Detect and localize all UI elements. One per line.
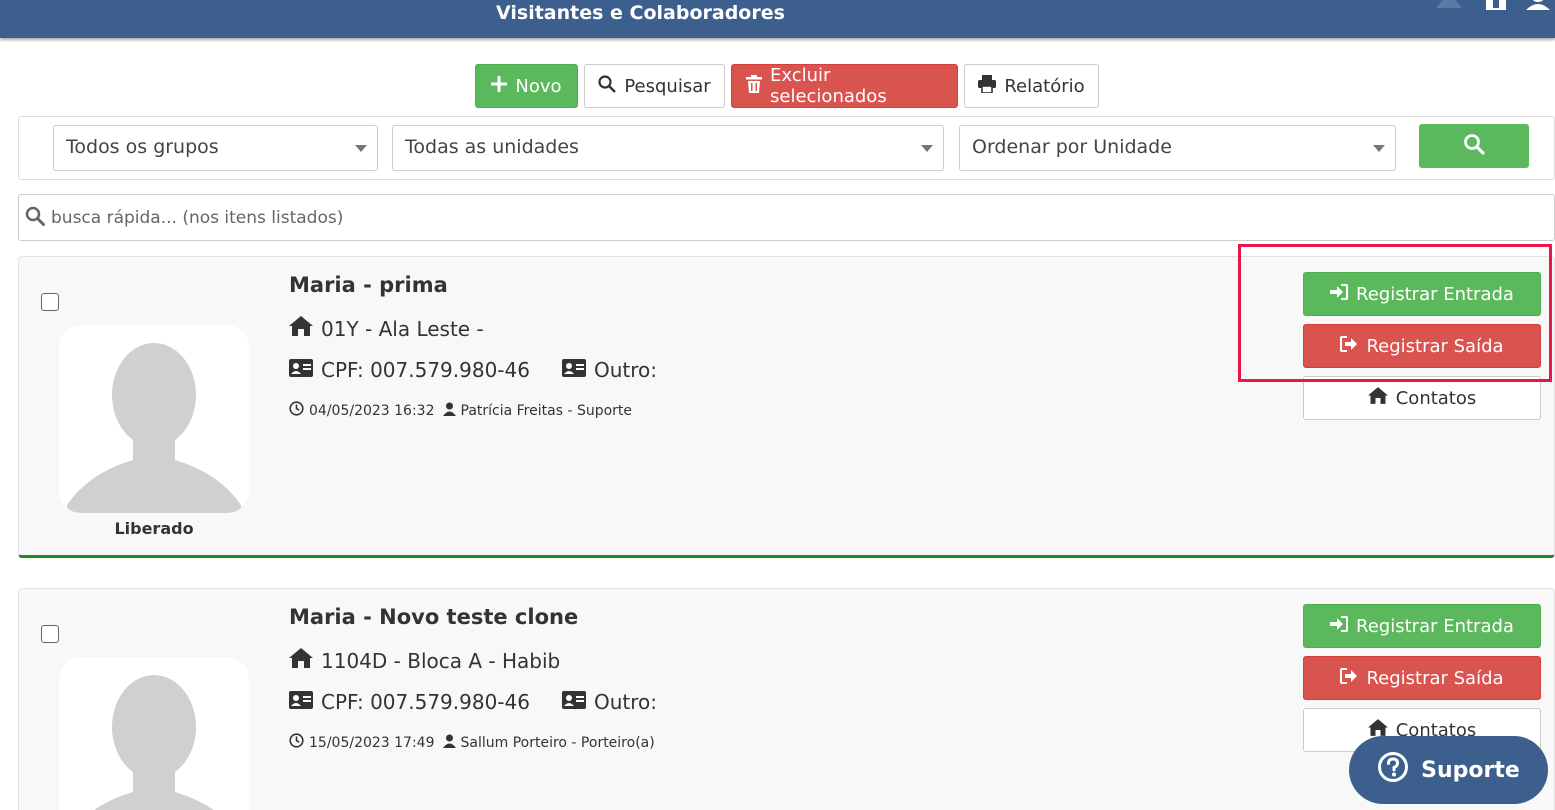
sign-in-icon (1330, 615, 1349, 637)
avatar (59, 325, 249, 513)
record-user: Patrícia Freitas - Suporte (460, 402, 633, 419)
top-bar: Visitantes e Colaboradores (0, 0, 1555, 38)
record-meta: 04/05/2023 16:32 Patrícia Freitas - Supo… (289, 401, 632, 420)
question-circle-icon (1377, 751, 1409, 789)
search-icon (25, 206, 45, 230)
visitor-name: Maria - Novo teste clone (289, 605, 579, 629)
status-label: Liberado (114, 519, 194, 538)
house-icon (289, 648, 313, 673)
filter-bar: Todos os grupos Todas as unidades Ordena… (18, 116, 1555, 180)
groups-select-value: Todos os grupos (66, 136, 219, 158)
id-card-icon (561, 358, 586, 382)
user-icon (442, 734, 456, 752)
units-select-value: Todas as unidades (405, 136, 579, 158)
quick-search (18, 194, 1555, 241)
other-doc-text: Outro: (593, 690, 658, 714)
unit-text: 01Y - Ala Leste - (321, 316, 484, 341)
select-checkbox[interactable] (41, 293, 59, 311)
report-button[interactable]: Relatório (964, 64, 1099, 108)
support-label: Suporte (1421, 757, 1520, 783)
record-date: 15/05/2023 17:49 (309, 734, 435, 751)
plus-icon (491, 75, 508, 97)
id-card-icon (289, 690, 313, 714)
chevron-down-icon (355, 145, 367, 152)
other-doc-text: Outro: (593, 358, 658, 382)
new-button[interactable]: Novo (475, 64, 578, 108)
avatar (59, 657, 249, 810)
page-title: Visitantes e Colaboradores (496, 2, 785, 24)
filter-search-button[interactable] (1419, 124, 1529, 168)
trash-icon (746, 74, 762, 98)
id-card-icon (561, 690, 586, 714)
chevron-down-icon (1373, 145, 1385, 152)
unit-row: 01Y - Ala Leste - (289, 316, 484, 341)
order-select[interactable]: Ordenar por Unidade (959, 125, 1396, 171)
document-row: CPF: 007.579.980-46 Outro: (289, 690, 657, 714)
clock-icon (289, 733, 304, 752)
alert-icon[interactable] (1436, 0, 1462, 12)
record-date: 04/05/2023 16:32 (309, 402, 435, 419)
select-checkbox[interactable] (41, 625, 59, 643)
register-entry-button[interactable]: Registrar Entrada (1303, 604, 1541, 648)
search-icon (598, 74, 617, 98)
new-button-label: Novo (515, 75, 562, 97)
unit-text: 1104D - Bloca A - Habib (321, 648, 561, 673)
print-icon (978, 74, 997, 98)
unit-row: 1104D - Bloca A - Habib (289, 648, 560, 673)
register-entry-label: Registrar Entrada (1356, 615, 1514, 637)
toolbar: Novo Pesquisar Excluir selecionados Rela… (475, 64, 1099, 108)
units-select[interactable]: Todas as unidades (392, 125, 944, 171)
id-card-icon (289, 358, 313, 382)
contacts-button[interactable]: Contatos (1303, 376, 1541, 420)
cpf-text: CPF: 007.579.980-46 (321, 690, 530, 714)
order-select-value: Ordenar por Unidade (972, 136, 1172, 158)
user-icon[interactable] (1526, 0, 1550, 14)
delete-selected-button[interactable]: Excluir selecionados (731, 64, 958, 108)
register-exit-label: Registrar Saída (1366, 667, 1504, 689)
contacts-label: Contatos (1395, 387, 1477, 409)
document-row: CPF: 007.579.980-46 Outro: (289, 358, 657, 382)
search-button-label: Pesquisar (624, 75, 711, 97)
support-button[interactable]: Suporte (1349, 736, 1548, 804)
groups-select[interactable]: Todos os grupos (53, 125, 378, 171)
home-icon[interactable] (1484, 0, 1508, 14)
house-icon (1367, 387, 1388, 409)
search-button[interactable]: Pesquisar (584, 64, 725, 108)
cpf-text: CPF: 007.579.980-46 (321, 358, 530, 382)
register-exit-button[interactable]: Registrar Saída (1303, 656, 1541, 700)
visitor-name: Maria - prima (289, 273, 448, 297)
house-icon (289, 316, 313, 341)
quick-search-input[interactable] (51, 207, 1451, 228)
sign-out-icon (1340, 667, 1358, 689)
report-button-label: Relatório (1004, 75, 1085, 97)
delete-selected-label: Excluir selecionados (770, 65, 887, 107)
user-icon (442, 402, 456, 420)
chevron-down-icon (921, 145, 933, 152)
list-item: Maria - Novo teste clone 1104D - Bloca A… (18, 588, 1555, 810)
highlight-box (1238, 244, 1552, 382)
record-meta: 15/05/2023 17:49 Sallum Porteiro - Porte… (289, 733, 655, 752)
search-icon (1463, 133, 1485, 159)
clock-icon (289, 401, 304, 420)
record-user: Sallum Porteiro - Porteiro(a) (460, 734, 655, 751)
